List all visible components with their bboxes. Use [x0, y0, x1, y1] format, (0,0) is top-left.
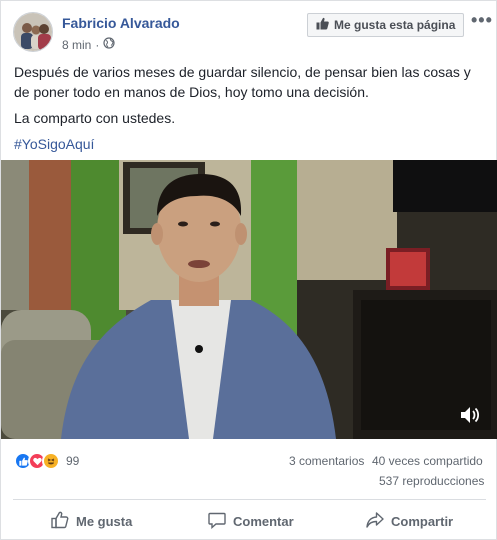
- thumbs-up-icon: [51, 511, 69, 532]
- views-count: 537 reproducciones: [379, 474, 485, 488]
- comment-label: Comentar: [233, 513, 294, 529]
- comment-button[interactable]: Comentar: [208, 504, 294, 538]
- like-page-button[interactable]: Me gusta esta página: [307, 13, 465, 37]
- reactions-summary[interactable]: 99: [14, 452, 79, 470]
- reaction-count: 99: [66, 454, 80, 468]
- share-icon: [366, 511, 384, 532]
- thumbs-up-icon: [316, 17, 329, 33]
- comments-count-link[interactable]: 3 comentarios: [289, 454, 364, 468]
- post-message: Después de varios meses de guardar silen…: [14, 62, 488, 160]
- hashtag-link[interactable]: #YoSigoAquí: [14, 136, 94, 152]
- like-button[interactable]: Me gusta: [51, 504, 132, 538]
- divider: [13, 499, 486, 500]
- post-header: Fabricio Alvarado 8 min · Me gusta esta …: [1, 1, 497, 59]
- page-name-link[interactable]: Fabricio Alvarado: [62, 15, 180, 31]
- comment-icon: [208, 511, 226, 532]
- post-paragraph: Después de varios meses de guardar silen…: [14, 64, 471, 100]
- post-paragraph: La comparto con ustedes.: [14, 110, 176, 126]
- meta-separator: ·: [95, 37, 100, 52]
- post-meta: 8 min ·: [62, 37, 115, 52]
- post-timestamp[interactable]: 8 min: [62, 38, 91, 52]
- share-button[interactable]: Compartir: [366, 504, 453, 538]
- post-card: Fabricio Alvarado 8 min · Me gusta esta …: [0, 0, 497, 540]
- video-player[interactable]: [1, 160, 497, 439]
- page-avatar[interactable]: [13, 12, 53, 52]
- action-bar: Me gusta Comentar Compartir: [1, 504, 497, 538]
- shares-count-link[interactable]: 40 veces compartido: [372, 454, 483, 468]
- globe-icon[interactable]: [103, 37, 115, 52]
- haha-reaction-icon: [42, 452, 60, 470]
- video-frame: [1, 160, 497, 439]
- like-page-label: Me gusta esta página: [334, 18, 456, 32]
- speaker-icon[interactable]: [459, 405, 481, 430]
- like-label: Me gusta: [76, 513, 133, 529]
- share-label: Compartir: [391, 513, 454, 529]
- post-stats: 99 3 comentarios 40 veces compartido 537…: [1, 447, 497, 495]
- more-options-icon[interactable]: •••: [471, 11, 492, 29]
